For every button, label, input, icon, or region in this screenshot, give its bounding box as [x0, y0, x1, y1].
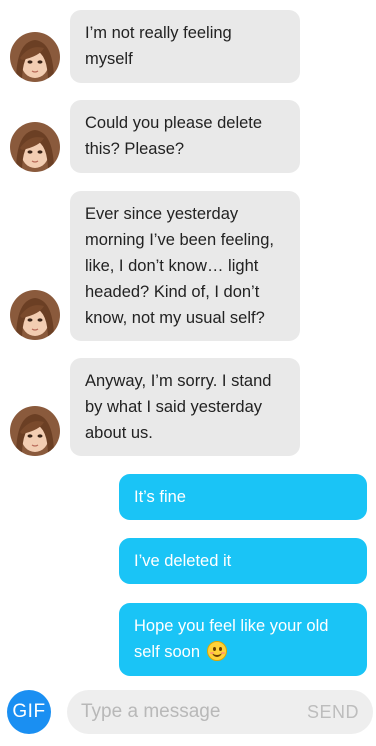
message-input[interactable]: [81, 690, 291, 734]
message-bubble-outgoing[interactable]: It’s fine: [119, 474, 367, 520]
avatar[interactable]: [10, 406, 60, 456]
message-row-outgoing: It’s fine: [0, 474, 376, 520]
message-row-incoming: Could you please delete this? Please?: [0, 100, 376, 173]
avatar-portrait-icon: [10, 122, 60, 172]
message-text: Hope you feel like your old self soon: [134, 617, 329, 661]
avatar[interactable]: [10, 290, 60, 340]
message-bubble-incoming[interactable]: I’m not really feeling myself: [70, 10, 300, 83]
gif-button[interactable]: GIF: [7, 690, 51, 734]
message-bubble-incoming[interactable]: Anyway, I’m sorry. I stand by what I sai…: [70, 358, 300, 456]
send-button[interactable]: SEND: [307, 690, 359, 734]
message-row-incoming: Anyway, I’m sorry. I stand by what I sai…: [0, 358, 376, 456]
avatar-portrait-icon: [10, 290, 60, 340]
avatar[interactable]: [10, 122, 60, 172]
message-bubble-incoming[interactable]: Ever since yesterday morning I’ve been f…: [70, 191, 300, 341]
message-row-outgoing: Hope you feel like your old self soon: [0, 603, 376, 676]
message-bubble-incoming[interactable]: Could you please delete this? Please?: [70, 100, 300, 173]
message-row-incoming: I’m not really feeling myself: [0, 10, 376, 83]
message-row-incoming: Ever since yesterday morning I’ve been f…: [0, 191, 376, 341]
message-row-outgoing: I’ve deleted it: [0, 538, 376, 584]
message-bubble-outgoing[interactable]: I’ve deleted it: [119, 538, 367, 584]
avatar[interactable]: [10, 32, 60, 82]
avatar-portrait-icon: [10, 32, 60, 82]
chat-window: I’m not really feeling myself Could you …: [0, 0, 376, 746]
message-input-container: SEND: [67, 690, 373, 734]
smiling-face-emoji-icon: [206, 641, 227, 661]
avatar-portrait-icon: [10, 406, 60, 456]
message-composer: GIF SEND: [0, 686, 376, 738]
message-bubble-outgoing[interactable]: Hope you feel like your old self soon: [119, 603, 367, 676]
